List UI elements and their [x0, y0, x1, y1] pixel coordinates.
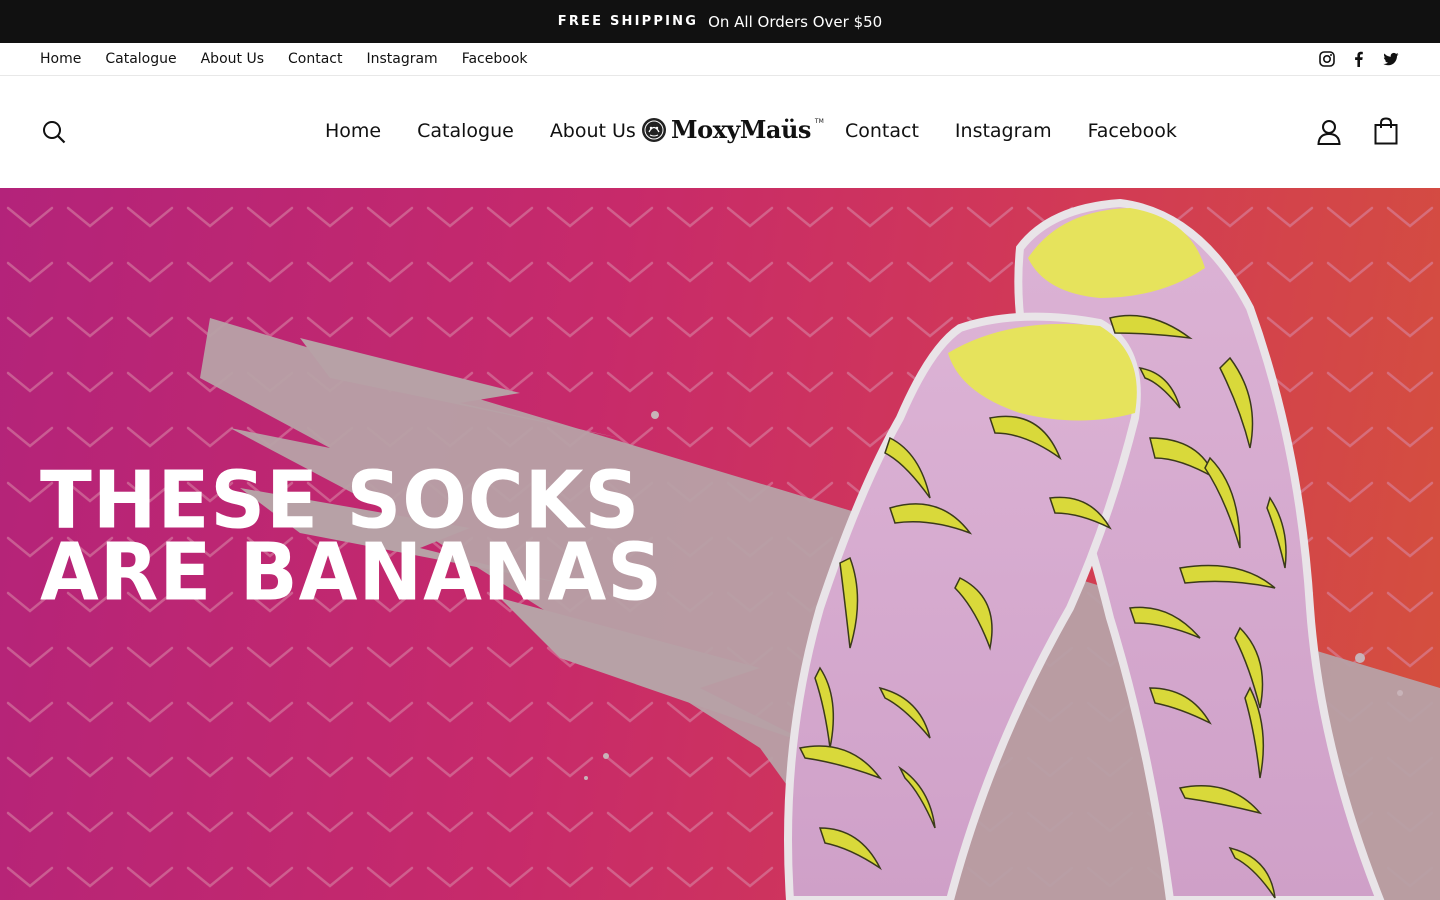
top-link-home[interactable]: Home [40, 51, 81, 67]
site-logo[interactable]: MoxyMaüs TM [641, 115, 824, 144]
search-icon[interactable] [42, 120, 66, 144]
hero-banner[interactable]: THESE SOCKS ARE BANANAS [0, 188, 1440, 900]
logo-text: MoxyMaüs [671, 115, 811, 144]
facebook-icon[interactable] [1350, 50, 1368, 68]
logo-emblem-icon [642, 117, 666, 142]
announcement-bar: FREE SHIPPING On All Orders Over $50 [0, 0, 1440, 43]
top-link-about[interactable]: About Us [201, 51, 264, 67]
top-links: Home Catalogue About Us Contact Instagra… [40, 51, 528, 67]
twitter-icon[interactable] [1382, 50, 1400, 68]
main-nav-left: Home Catalogue About Us [325, 120, 636, 142]
nav-facebook[interactable]: Facebook [1088, 120, 1177, 142]
hero-headline: THESE SOCKS ARE BANANAS [40, 460, 664, 619]
logo-trademark: TM [814, 118, 824, 125]
instagram-icon[interactable] [1318, 50, 1336, 68]
top-link-instagram[interactable]: Instagram [366, 51, 437, 67]
announcement-text: On All Orders Over $50 [708, 12, 883, 31]
nav-about[interactable]: About Us [550, 120, 636, 142]
main-nav-right: Contact Instagram Facebook [845, 120, 1177, 142]
top-link-contact[interactable]: Contact [288, 51, 342, 67]
nav-catalogue[interactable]: Catalogue [417, 120, 514, 142]
nav-contact[interactable]: Contact [845, 120, 919, 142]
nav-instagram[interactable]: Instagram [955, 120, 1052, 142]
account-icon[interactable] [1317, 119, 1341, 145]
nav-home[interactable]: Home [325, 120, 381, 142]
top-link-facebook[interactable]: Facebook [462, 51, 528, 67]
hero-line-2: ARE BANANAS [40, 524, 664, 619]
social-links [1318, 50, 1400, 68]
cart-icon[interactable] [1374, 117, 1398, 145]
announcement-bold: FREE SHIPPING [557, 14, 699, 29]
top-utility-bar: Home Catalogue About Us Contact Instagra… [0, 43, 1440, 76]
main-header: Home Catalogue About Us MoxyMaüs TM Cont… [0, 76, 1440, 188]
top-link-catalogue[interactable]: Catalogue [105, 51, 176, 67]
